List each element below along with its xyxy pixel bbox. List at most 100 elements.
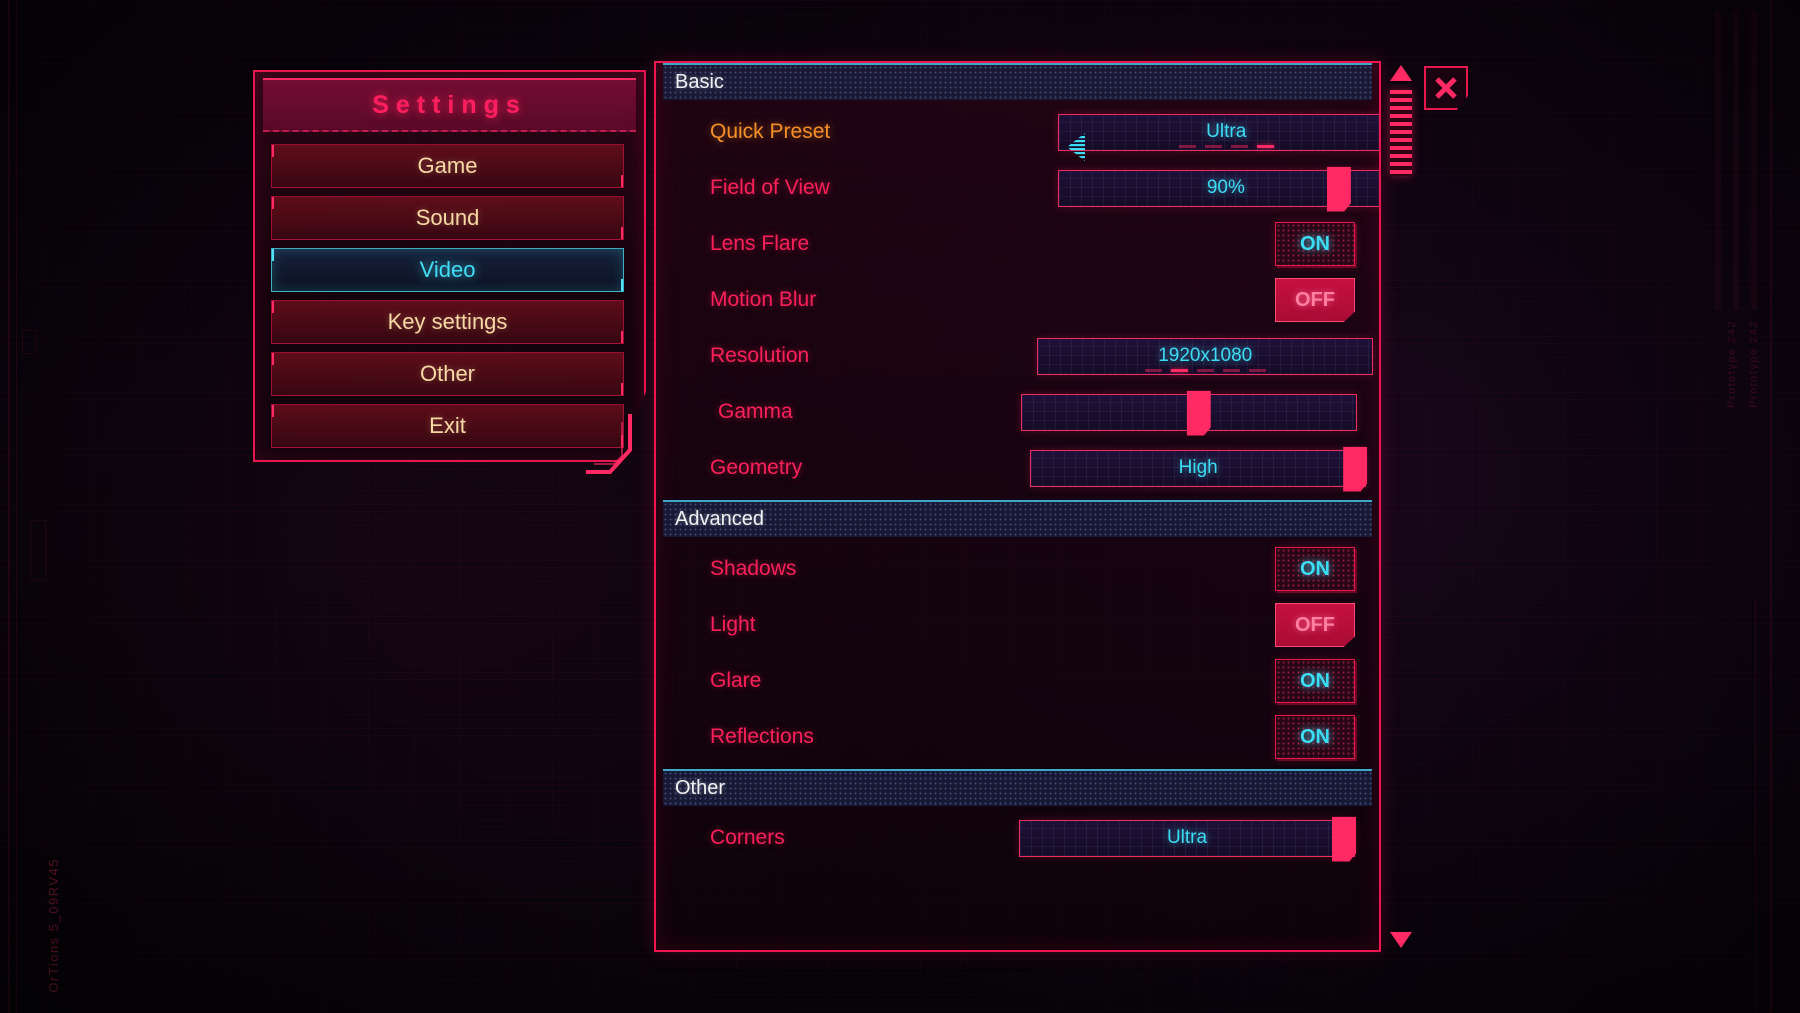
sidebar-item-label: Exit [429,413,466,438]
decor-rect-left-2 [22,330,36,354]
selector-quick-preset[interactable]: Ultra [1058,113,1379,161]
setting-label-shadows: Shadows [710,557,797,580]
setting-control-light: OFF [925,601,1379,649]
decor-rect-left-1 [30,520,46,580]
setting-label-quick-preset: Quick Preset [710,120,831,143]
selector-resolution[interactable]: 1920x1080 [1037,337,1374,375]
slider-handle-field-of-view[interactable] [1326,166,1351,212]
toggle-reflections[interactable]: ON [1275,715,1355,759]
toggle-value: OFF [1295,288,1335,311]
settings-sidebar-panel: Settings Game Sound Video Key settings Other… [253,70,646,474]
setting-label-glare: Glare [710,669,762,692]
toggle-lens-flare[interactable]: ON [1275,222,1355,266]
setting-row-geometry: Geometry High [656,444,1379,492]
slider-corners[interactable]: Ultra [1019,816,1356,862]
video-settings-panel: Basic Quick Preset Ultra Field of View 90% Le… [654,61,1381,952]
toggle-glare[interactable]: ON [1275,659,1355,703]
sidebar-item-label: Sound [415,205,480,230]
scroll-up-arrow-button[interactable] [1389,64,1413,82]
sidebar-item-key-settings[interactable]: Key settings [271,300,624,344]
decor-bar-left-edge [8,0,10,1013]
setting-control-quick-preset: Ultra [830,108,1379,161]
setting-control-geometry: High [802,444,1379,492]
setting-label-light: Light [710,613,756,636]
setting-label-resolution: Resolution [710,344,810,367]
step-dash [1230,144,1248,148]
setting-label-lens-flare: Lens Flare [710,232,810,255]
section-rows: Quick Preset Ultra Field of View 90% Lens Fl… [656,108,1379,492]
setting-row-motion-blur: Motion Blur OFF [656,276,1379,324]
settings-title-bar: Settings [263,78,636,132]
step-dash [1196,368,1214,372]
sidebar-item-label: Key settings [387,309,508,334]
step-dash [1256,144,1274,148]
toggle-motion-blur[interactable]: OFF [1275,278,1355,322]
setting-control-field-of-view: 90% [830,164,1379,212]
step-dash [1222,368,1240,372]
game-settings-screen: OrTions 5_09RV45 Prototype 242 Prototype… [0,0,1800,1013]
settings-scrollbar[interactable] [1389,64,1413,949]
triangle-up-icon [1390,65,1412,81]
slider-field-of-view[interactable]: 90% [1057,166,1379,212]
setting-control-resolution: 1920x1080 [809,332,1379,380]
sidebar-item-label: Video [419,257,476,282]
toggle-value: ON [1300,725,1330,748]
scrollbar-thumb[interactable] [1390,90,1412,176]
setting-label-reflections: Reflections [710,725,814,748]
setting-row-field-of-view: Field of View 90% [656,164,1379,212]
decor-bar-right-edge [1770,0,1772,1013]
sidebar-item-label: Other [419,361,476,386]
section-header-basic: Basic [663,63,1372,100]
section-title: Advanced [675,508,764,530]
arrow-left-icon [1067,133,1086,161]
setting-label-motion-blur: Motion Blur [710,288,817,311]
setting-value-quick-preset: Ultra [1206,121,1247,142]
setting-control-reflections: ON [839,713,1379,761]
setting-row-lens-flare: Lens Flare ON [656,220,1379,268]
settings-title: Settings [372,90,527,119]
triangle-down-icon [1390,932,1412,948]
decor-bar-left-edge-2 [16,0,17,1013]
sidebar-item-label: Game [417,153,478,178]
setting-value-field-of-view: 90% [1206,177,1245,198]
setting-row-resolution: Resolution 1920x1080 [656,332,1379,380]
setting-control-motion-blur: OFF [925,276,1379,324]
slider-handle-geometry[interactable] [1343,446,1368,492]
setting-control-gamma [793,388,1379,436]
step-dash [1170,368,1188,372]
left-side-code-text: OrTions 5_09RV45 [46,858,61,993]
setting-label-geometry: Geometry [710,456,803,479]
decor-bar-right-2 [1733,10,1739,310]
step-dash [1144,368,1162,372]
scroll-down-arrow-button[interactable] [1389,931,1413,949]
slider-handle-corners[interactable] [1332,816,1356,862]
setting-value-resolution: 1920x1080 [1158,345,1253,366]
setting-control-corners: Ultra [791,814,1379,862]
setting-row-light: Light OFF [656,601,1379,649]
setting-label-gamma: Gamma [718,400,793,423]
setting-value-corners: Ultra [1166,827,1208,848]
sidebar-item-other[interactable]: Other [271,352,624,396]
setting-row-glare: Glare ON [656,657,1379,705]
toggle-shadows[interactable]: ON [1275,547,1355,591]
video-settings-scroll-area[interactable]: Basic Quick Preset Ultra Field of View 90% Le… [656,63,1379,950]
setting-row-gamma: Gamma [656,388,1379,436]
setting-control-shadows: ON [839,545,1379,593]
setting-label-corners: Corners [710,826,785,849]
setting-row-corners: Corners Ultra [656,814,1379,862]
toggle-light[interactable]: OFF [1275,603,1355,647]
setting-value-geometry: High [1178,457,1218,478]
decor-bar-right-edge-2 [1755,600,1756,1013]
sidebar-item-game[interactable]: Game [271,144,624,188]
close-x-icon [1435,77,1457,99]
setting-control-lens-flare: ON [839,220,1379,268]
value-step-indicator-quick-preset [1059,144,1379,148]
slider-gamma[interactable] [1020,390,1357,436]
slider-geometry[interactable]: High [1030,446,1368,492]
section-rows: Corners Ultra [656,814,1379,862]
sidebar-item-video[interactable]: Video [271,248,624,292]
sidebar-item-sound[interactable]: Sound [271,196,624,240]
slider-handle-gamma[interactable] [1186,390,1211,436]
close-button[interactable] [1424,66,1468,110]
sidebar-item-exit[interactable]: Exit [271,404,624,448]
